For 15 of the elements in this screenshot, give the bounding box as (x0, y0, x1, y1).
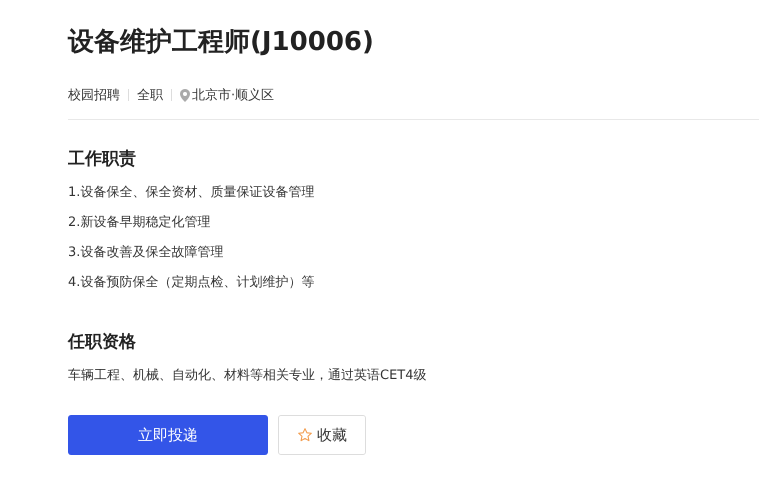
location-text: 北京市·顺义区 (192, 87, 274, 104)
description-line: 车辆工程、机械、自动化、材料等相关专业，通过英语CET4级 (68, 367, 428, 385)
description-line: 2.新设备早期稳定化管理 (68, 214, 212, 232)
apply-button[interactable]: 立即投递 (68, 415, 268, 455)
job-tag: 校园招聘 (68, 86, 120, 104)
section-heading: 任职资格 (68, 331, 137, 354)
description-line: 3.设备改善及保全故障管理 (68, 244, 224, 262)
job-title: 设备维护工程师(J10006) (68, 26, 375, 59)
section-heading: 工作职责 (68, 148, 137, 171)
job-tag: 全职 (137, 86, 163, 104)
star-icon (297, 427, 313, 443)
description-line: 4.设备预防保全（定期点检、计划维护）等 (68, 274, 316, 292)
location-pin-icon (180, 88, 190, 102)
favorite-button[interactable]: 收藏 (278, 415, 366, 455)
description-line: 1.设备保全、保全资材、质量保证设备管理 (68, 184, 316, 202)
